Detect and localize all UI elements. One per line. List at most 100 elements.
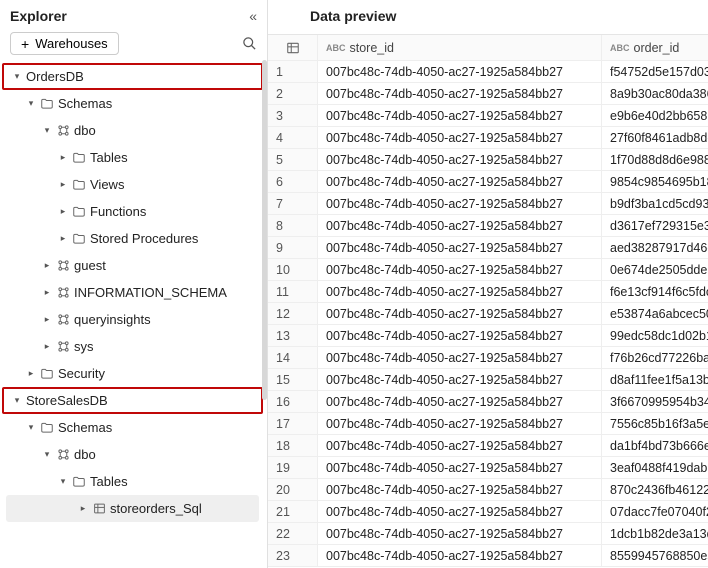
grid-header-row: ABC store_id ABC order_id xyxy=(268,35,708,61)
chevron-right-icon[interactable]: ▸ xyxy=(40,314,54,325)
grid-row[interactable]: 16007bc48c-74db-4050-ac27-1925a584bb273f… xyxy=(268,391,708,413)
grid-row[interactable]: 10007bc48c-74db-4050-ac27-1925a584bb270e… xyxy=(268,259,708,281)
tree-node-ordersdb[interactable]: ▾ OrdersDB xyxy=(2,63,263,90)
chevron-right-icon[interactable]: ▸ xyxy=(76,503,90,514)
search-icon[interactable] xyxy=(242,36,257,51)
chevron-down-icon[interactable]: ▾ xyxy=(24,422,38,433)
cell-store-id: 007bc48c-74db-4050-ac27-1925a584bb27 xyxy=(318,413,602,434)
tree-node-stored-procedures[interactable]: ▸ Stored Procedures xyxy=(2,225,263,252)
row-number-cell: 4 xyxy=(268,127,318,148)
tree-node-security[interactable]: ▸ Security xyxy=(2,360,263,387)
cell-store-id: 007bc48c-74db-4050-ac27-1925a584bb27 xyxy=(318,501,602,522)
tree-node-schemas[interactable]: ▾ Schemas xyxy=(2,90,263,117)
grid-row[interactable]: 8007bc48c-74db-4050-ac27-1925a584bb27d36… xyxy=(268,215,708,237)
tree-node-tables[interactable]: ▸ Tables xyxy=(2,144,263,171)
cell-store-id: 007bc48c-74db-4050-ac27-1925a584bb27 xyxy=(318,237,602,258)
tree-node-sys[interactable]: ▸ sys xyxy=(2,333,263,360)
grid-row[interactable]: 21007bc48c-74db-4050-ac27-1925a584bb2707… xyxy=(268,501,708,523)
grid-row[interactable]: 23007bc48c-74db-4050-ac27-1925a584bb2785… xyxy=(268,545,708,567)
row-number-cell: 20 xyxy=(268,479,318,500)
explorer-title: Explorer xyxy=(10,8,67,24)
tree-node-dbo-2[interactable]: ▾ dbo xyxy=(2,441,263,468)
chevron-down-icon[interactable]: ▾ xyxy=(10,71,24,82)
collapse-panel-icon[interactable]: « xyxy=(249,8,257,24)
tree-node-views[interactable]: ▸ Views xyxy=(2,171,263,198)
grid-row[interactable]: 15007bc48c-74db-4050-ac27-1925a584bb27d8… xyxy=(268,369,708,391)
chevron-right-icon[interactable]: ▸ xyxy=(24,368,38,379)
table-icon xyxy=(286,41,300,55)
tree-label: Functions xyxy=(88,204,146,219)
chevron-right-icon[interactable]: ▸ xyxy=(56,152,70,163)
chevron-right-icon[interactable]: ▸ xyxy=(40,260,54,271)
grid-row[interactable]: 7007bc48c-74db-4050-ac27-1925a584bb27b9d… xyxy=(268,193,708,215)
chevron-down-icon[interactable]: ▾ xyxy=(24,98,38,109)
schema-icon xyxy=(54,340,72,353)
tree-label: storeorders_Sql xyxy=(108,501,202,516)
tree-node-schemas-2[interactable]: ▾ Schemas xyxy=(2,414,263,441)
column-header-store-id[interactable]: ABC store_id xyxy=(318,35,602,60)
folder-icon xyxy=(70,151,88,165)
grid-row[interactable]: 5007bc48c-74db-4050-ac27-1925a584bb271f7… xyxy=(268,149,708,171)
cell-store-id: 007bc48c-74db-4050-ac27-1925a584bb27 xyxy=(318,347,602,368)
chevron-down-icon[interactable]: ▾ xyxy=(10,395,24,406)
grid-row[interactable]: 19007bc48c-74db-4050-ac27-1925a584bb273e… xyxy=(268,457,708,479)
cell-store-id: 007bc48c-74db-4050-ac27-1925a584bb27 xyxy=(318,171,602,192)
tree-label: sys xyxy=(72,339,94,354)
grid-row[interactable]: 13007bc48c-74db-4050-ac27-1925a584bb2799… xyxy=(268,325,708,347)
tree-label: dbo xyxy=(72,447,96,462)
row-number-cell: 9 xyxy=(268,237,318,258)
grid-row[interactable]: 1007bc48c-74db-4050-ac27-1925a584bb27f54… xyxy=(268,61,708,83)
tree-label: Schemas xyxy=(56,96,112,111)
tree-node-functions[interactable]: ▸ Functions xyxy=(2,198,263,225)
cell-order-id: 1f70d88d8d6e988 xyxy=(602,149,708,170)
chevron-right-icon[interactable]: ▸ xyxy=(40,287,54,298)
cell-order-id: d3617ef729315e3 xyxy=(602,215,708,236)
folder-icon xyxy=(70,232,88,246)
tree-node-dbo[interactable]: ▾ dbo xyxy=(2,117,263,144)
cell-order-id: 07dacc7fe07040f2 xyxy=(602,501,708,522)
grid-row[interactable]: 12007bc48c-74db-4050-ac27-1925a584bb27e5… xyxy=(268,303,708,325)
chevron-right-icon[interactable]: ▸ xyxy=(56,206,70,217)
tree-label: Tables xyxy=(88,150,128,165)
cell-store-id: 007bc48c-74db-4050-ac27-1925a584bb27 xyxy=(318,457,602,478)
grid-row[interactable]: 3007bc48c-74db-4050-ac27-1925a584bb27e9b… xyxy=(268,105,708,127)
tree-node-queryinsights[interactable]: ▸ queryinsights xyxy=(2,306,263,333)
cell-store-id: 007bc48c-74db-4050-ac27-1925a584bb27 xyxy=(318,259,602,280)
grid-row[interactable]: 14007bc48c-74db-4050-ac27-1925a584bb27f7… xyxy=(268,347,708,369)
chevron-down-icon[interactable]: ▾ xyxy=(56,476,70,487)
grid-row[interactable]: 4007bc48c-74db-4050-ac27-1925a584bb2727f… xyxy=(268,127,708,149)
cell-store-id: 007bc48c-74db-4050-ac27-1925a584bb27 xyxy=(318,281,602,302)
column-header-order-id[interactable]: ABC order_id xyxy=(602,35,708,60)
grid-row[interactable]: 17007bc48c-74db-4050-ac27-1925a584bb2775… xyxy=(268,413,708,435)
tree-node-information-schema[interactable]: ▸ INFORMATION_SCHEMA xyxy=(2,279,263,306)
cell-order-id: 9854c9854695b18 xyxy=(602,171,708,192)
chevron-down-icon[interactable]: ▾ xyxy=(40,125,54,136)
grid-row[interactable]: 20007bc48c-74db-4050-ac27-1925a584bb2787… xyxy=(268,479,708,501)
cell-store-id: 007bc48c-74db-4050-ac27-1925a584bb27 xyxy=(318,105,602,126)
row-number-header[interactable] xyxy=(268,35,318,60)
grid-row[interactable]: 11007bc48c-74db-4050-ac27-1925a584bb27f6… xyxy=(268,281,708,303)
cell-order-id: 0e674de2505ddeb xyxy=(602,259,708,280)
grid-row[interactable]: 18007bc48c-74db-4050-ac27-1925a584bb27da… xyxy=(268,435,708,457)
add-warehouses-button[interactable]: + Warehouses xyxy=(10,32,119,55)
cell-store-id: 007bc48c-74db-4050-ac27-1925a584bb27 xyxy=(318,479,602,500)
grid-row[interactable]: 6007bc48c-74db-4050-ac27-1925a584bb27985… xyxy=(268,171,708,193)
tree-node-guest[interactable]: ▸ guest xyxy=(2,252,263,279)
tree-node-tables-2[interactable]: ▾ Tables xyxy=(2,468,263,495)
tree-node-storesalesdb[interactable]: ▾ StoreSalesDB xyxy=(2,387,263,414)
grid-row[interactable]: 2007bc48c-74db-4050-ac27-1925a584bb278a9… xyxy=(268,83,708,105)
scrollbar-thumb[interactable] xyxy=(262,60,267,400)
plus-icon: + xyxy=(21,37,29,51)
cell-order-id: b9df3ba1cd5cd93a xyxy=(602,193,708,214)
chevron-right-icon[interactable]: ▸ xyxy=(56,233,70,244)
chevron-right-icon[interactable]: ▸ xyxy=(56,179,70,190)
cell-order-id: aed38287917d46c xyxy=(602,237,708,258)
tree-label: OrdersDB xyxy=(24,69,84,84)
chevron-down-icon[interactable]: ▾ xyxy=(40,449,54,460)
grid-row[interactable]: 9007bc48c-74db-4050-ac27-1925a584bb27aed… xyxy=(268,237,708,259)
tree-node-storeorders-sql[interactable]: ▸ storeorders_Sql xyxy=(6,495,259,522)
explorer-tree: ▾ OrdersDB ▾ Schemas ▾ dbo ▸ xyxy=(0,61,267,568)
row-number-cell: 17 xyxy=(268,413,318,434)
grid-row[interactable]: 22007bc48c-74db-4050-ac27-1925a584bb271d… xyxy=(268,523,708,545)
chevron-right-icon[interactable]: ▸ xyxy=(40,341,54,352)
